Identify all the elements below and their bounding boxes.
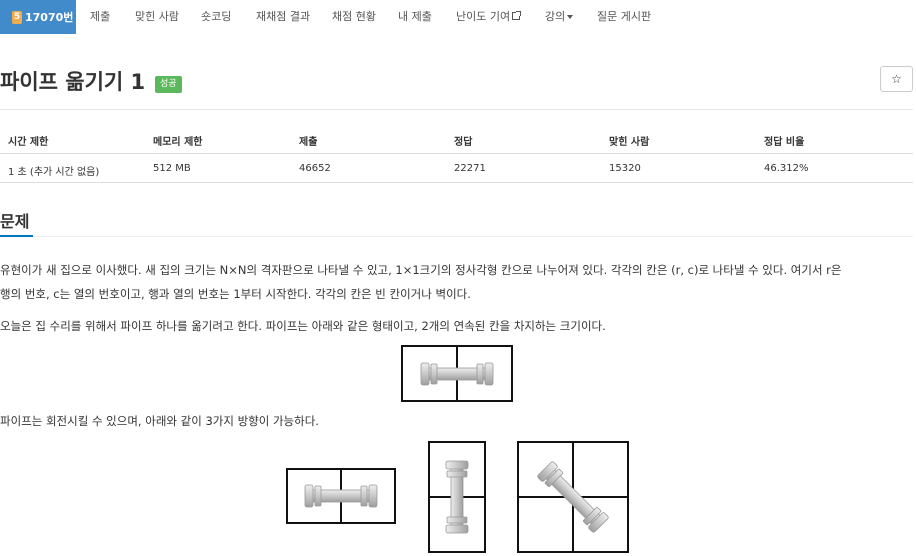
problem-text-line-1: 유현이가 새 집으로 이사했다. 새 집의 크기는 N×N의 격자판으로 나타낼… [0, 263, 842, 277]
star-button[interactable]: ☆ [880, 66, 913, 92]
value-submissions: 46652 [299, 163, 331, 174]
top-nav: 5 17070번 제출 맞힌 사람 숏코딩 재채점 결과 채점 현황 내 제출 … [0, 0, 916, 34]
nav-submit[interactable]: 제출 [90, 0, 110, 34]
status-badge: 성공 [155, 76, 182, 93]
problem-text-line-2: 행의 번호, c는 열의 번호이고, 행과 열의 번호는 1부터 시작한다. 각… [0, 287, 471, 301]
nav-my-submissions[interactable]: 내 제출 [398, 0, 432, 34]
nav-problem-number[interactable]: 5 17070번 [0, 0, 76, 34]
header-accepted: 정답 [454, 137, 473, 148]
header-time-limit: 시간 제한 [8, 137, 49, 148]
value-solved-users: 15320 [609, 163, 641, 174]
nav-qna-board[interactable]: 질문 게시판 [597, 0, 651, 34]
nav-difficulty-contribution[interactable]: 난이도 기여 [456, 0, 522, 34]
stats-header-row: 시간 제한 메모리 제한 제출 정답 맞힌 사람 정답 비율 [0, 128, 913, 154]
header-submissions: 제출 [299, 137, 318, 148]
header-accept-ratio: 정답 비율 [764, 137, 805, 148]
title-divider [0, 109, 913, 110]
nav-short-coding[interactable]: 숏코딩 [201, 0, 231, 34]
nav-difficulty-label: 난이도 기여 [456, 10, 511, 23]
nav-lectures[interactable]: 강의 [545, 0, 574, 34]
section-divider [0, 236, 913, 237]
nav-rejudge-results[interactable]: 재채점 결과 [256, 0, 310, 34]
pipe-figure-horizontal [401, 345, 513, 402]
star-icon: ☆ [891, 72, 902, 86]
problem-number-label: 17070번 [25, 11, 74, 24]
problem-text-pipe-shape: 오늘은 집 수리를 위해서 파이프 하나를 옮기려고 한다. 파이프는 아래와 … [0, 319, 606, 333]
pipe-figure-horizontal-direction [286, 468, 396, 524]
stats-value-row: 1 초 (추가 시간 없음) 512 MB 46652 22271 15320 … [0, 155, 913, 183]
nav-lectures-label: 강의 [545, 10, 566, 23]
tier-badge: 5 [12, 10, 22, 24]
value-accepted: 22271 [454, 163, 486, 174]
section-accent-bar [0, 235, 33, 237]
header-memory-limit: 메모리 제한 [153, 137, 203, 148]
pipe-figure-vertical-direction [428, 441, 486, 553]
external-link-icon [512, 11, 522, 20]
section-title-problem: 문제 [0, 212, 30, 231]
page-title: 파이프 옮기기 1 [0, 70, 146, 94]
problem-text-rotation: 파이프는 회전시킬 수 있으며, 아래와 같이 3가지 방향이 가능하다. [0, 414, 319, 428]
value-accept-ratio: 46.312% [764, 163, 809, 174]
value-memory-limit: 512 MB [153, 163, 191, 174]
caret-down-icon [567, 15, 574, 19]
nav-judge-status[interactable]: 채점 현황 [332, 0, 376, 34]
nav-solved-users[interactable]: 맞힌 사람 [135, 0, 179, 34]
header-solved-users: 맞힌 사람 [609, 137, 650, 148]
pipe-figure-diagonal-direction [517, 441, 629, 553]
value-time-limit: 1 초 (추가 시간 없음) [8, 167, 100, 178]
